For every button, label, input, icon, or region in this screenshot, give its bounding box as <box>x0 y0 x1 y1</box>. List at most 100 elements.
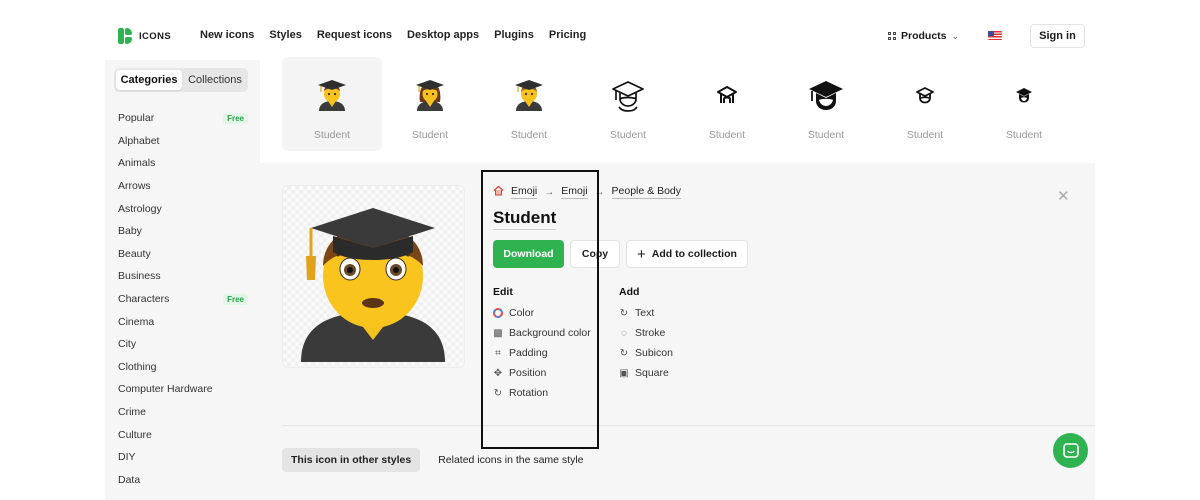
sidebar-item-business[interactable]: Business <box>118 265 248 288</box>
close-icon[interactable]: ✕ <box>1057 187 1070 205</box>
sidebar-item-cinema[interactable]: Cinema <box>118 310 248 333</box>
sidebar-item-label: Cinema <box>118 315 155 328</box>
products-label: Products <box>901 30 947 42</box>
tab-categories[interactable]: Categories <box>116 70 182 90</box>
breadcrumb-item-emoji[interactable]: Emoji <box>511 185 538 199</box>
site-logo[interactable]: ICONS <box>118 28 171 44</box>
add-square-label: Square <box>635 367 669 379</box>
sidebar-item-animals[interactable]: Animals <box>118 152 248 175</box>
main-content: Student Student Student Student Student … <box>260 57 1095 500</box>
us-flag-icon[interactable] <box>988 31 1002 40</box>
sidebar-item-computer-hardware[interactable]: Computer Hardware <box>118 378 248 401</box>
products-dropdown[interactable]: Products ⌄ <box>888 30 959 42</box>
related-tabs: This icon in other styles Related icons … <box>282 448 593 472</box>
chat-icon <box>1062 442 1079 458</box>
sidebar-item-culture[interactable]: Culture <box>118 423 248 446</box>
variant-student-filled-large[interactable]: Student <box>776 57 876 151</box>
sidebar-item-diy[interactable]: DIY <box>118 446 248 469</box>
sidebar-item-crime[interactable]: Crime <box>118 401 248 424</box>
sidebar-item-label: Crime <box>118 406 146 419</box>
arrow-right-icon: → <box>544 186 555 198</box>
chat-button[interactable] <box>1053 433 1088 468</box>
sidebar-item-label: Characters <box>118 293 170 306</box>
nav-desktop-apps[interactable]: Desktop apps <box>407 29 479 41</box>
variant-student-outline-small[interactable]: Student <box>677 57 777 151</box>
variant-student-emoji-woman[interactable]: Student <box>380 57 480 151</box>
variant-label: Student <box>708 129 746 141</box>
move-icon: ✥ <box>493 367 503 379</box>
sidebar-item-baby[interactable]: Baby <box>118 220 248 243</box>
sign-in-button[interactable]: Sign in <box>1030 24 1085 48</box>
sidebar-item-label: Business <box>118 270 161 283</box>
checker-icon: ▩ <box>493 327 503 339</box>
category-sidebar: Categories Collections Popular Free Alpha… <box>105 60 260 500</box>
main-nav: New icons Styles Request icons Desktop a… <box>200 29 586 41</box>
variant-student-filled-mini[interactable]: Student <box>974 57 1074 151</box>
icon-title: Student <box>493 208 557 230</box>
sidebar-item-label: Arrows <box>118 180 151 193</box>
edit-rotation[interactable]: ↻ Rotation <box>493 383 591 403</box>
icon-preview <box>282 185 465 368</box>
breadcrumb-item-people-body[interactable]: People & Body <box>611 185 681 199</box>
sidebar-item-beauty[interactable]: Beauty <box>118 243 248 266</box>
stroke-icon: ◌ <box>621 327 627 339</box>
subicon-icon: ↻ <box>619 347 629 359</box>
add-to-collection-button[interactable]: + Add to collection <box>626 240 748 268</box>
nav-pricing[interactable]: Pricing <box>549 29 586 41</box>
tab-collections[interactable]: Collections <box>184 70 246 90</box>
variant-student-emoji-man[interactable]: Student <box>282 57 382 151</box>
sidebar-item-city[interactable]: City <box>118 333 248 356</box>
variant-label: Student <box>609 129 647 141</box>
variant-label: Student <box>411 129 449 141</box>
category-list: Popular Free Alphabet Animals Arrows Astr… <box>118 107 248 491</box>
add-subicon[interactable]: ↻ Subicon <box>619 343 673 363</box>
edit-padding[interactable]: ⌗ Padding <box>493 343 591 363</box>
grid-icon <box>888 32 896 40</box>
student-emoji-man-icon <box>314 77 350 113</box>
chevron-down-icon: ⌄ <box>951 30 960 41</box>
copy-button[interactable]: Copy <box>570 240 620 268</box>
student-emoji-person-icon <box>511 77 547 113</box>
logo-icon <box>118 28 132 44</box>
sidebar-item-label: Data <box>118 473 141 486</box>
nav-new-icons[interactable]: New icons <box>200 29 254 41</box>
edit-color[interactable]: Color <box>493 303 591 323</box>
sidebar-item-astrology[interactable]: Astrology <box>118 197 248 220</box>
sidebar-item-clothing[interactable]: Clothing <box>118 356 248 379</box>
edit-options: Edit Color ▩ Background color ⌗ Padding … <box>493 286 591 403</box>
student-outline-icon <box>610 77 646 113</box>
sidebar-item-data[interactable]: Data <box>118 469 248 492</box>
tab-other-styles[interactable]: This icon in other styles <box>282 448 421 472</box>
plus-icon: + <box>637 245 646 263</box>
nav-plugins[interactable]: Plugins <box>494 29 534 41</box>
variant-label: Student <box>313 129 351 141</box>
download-button[interactable]: Download <box>493 240 564 268</box>
variant-student-emoji-person[interactable]: Student <box>479 57 579 151</box>
sidebar-tab-switcher: Categories Collections <box>114 68 248 92</box>
nav-styles[interactable]: Styles <box>269 29 301 41</box>
add-stroke[interactable]: ◌ Stroke <box>619 323 673 343</box>
sidebar-item-characters[interactable]: Characters Free <box>118 288 248 311</box>
sidebar-item-label: Beauty <box>118 247 151 260</box>
breadcrumb-item-emoji-style[interactable]: Emoji <box>561 185 588 199</box>
add-text-label: Text <box>635 307 655 319</box>
variant-label: Student <box>1005 129 1043 141</box>
variant-student-outline-mini[interactable]: Student <box>875 57 975 151</box>
sidebar-item-popular[interactable]: Popular Free <box>118 107 248 130</box>
edit-position[interactable]: ✥ Position <box>493 363 591 383</box>
nav-request-icons[interactable]: Request icons <box>317 29 392 41</box>
edit-heading: Edit <box>493 286 513 298</box>
add-square[interactable]: ▣ Square <box>619 363 673 383</box>
add-heading: Add <box>619 286 640 298</box>
edit-padding-label: Padding <box>509 347 548 359</box>
variant-student-outline-large[interactable]: Student <box>578 57 678 151</box>
sidebar-item-arrows[interactable]: Arrows <box>118 175 248 198</box>
student-filled-icon <box>808 77 844 113</box>
edit-background-color[interactable]: ▩ Background color <box>493 323 590 343</box>
sidebar-item-alphabet[interactable]: Alphabet <box>118 130 248 153</box>
tab-related-icons[interactable]: Related icons in the same style <box>429 448 592 472</box>
add-text[interactable]: ↻ Text <box>619 303 673 323</box>
sidebar-item-label: Astrology <box>118 202 162 215</box>
style-variants-strip: Student Student Student Student Student … <box>260 57 1095 163</box>
home-icon[interactable] <box>493 185 504 199</box>
